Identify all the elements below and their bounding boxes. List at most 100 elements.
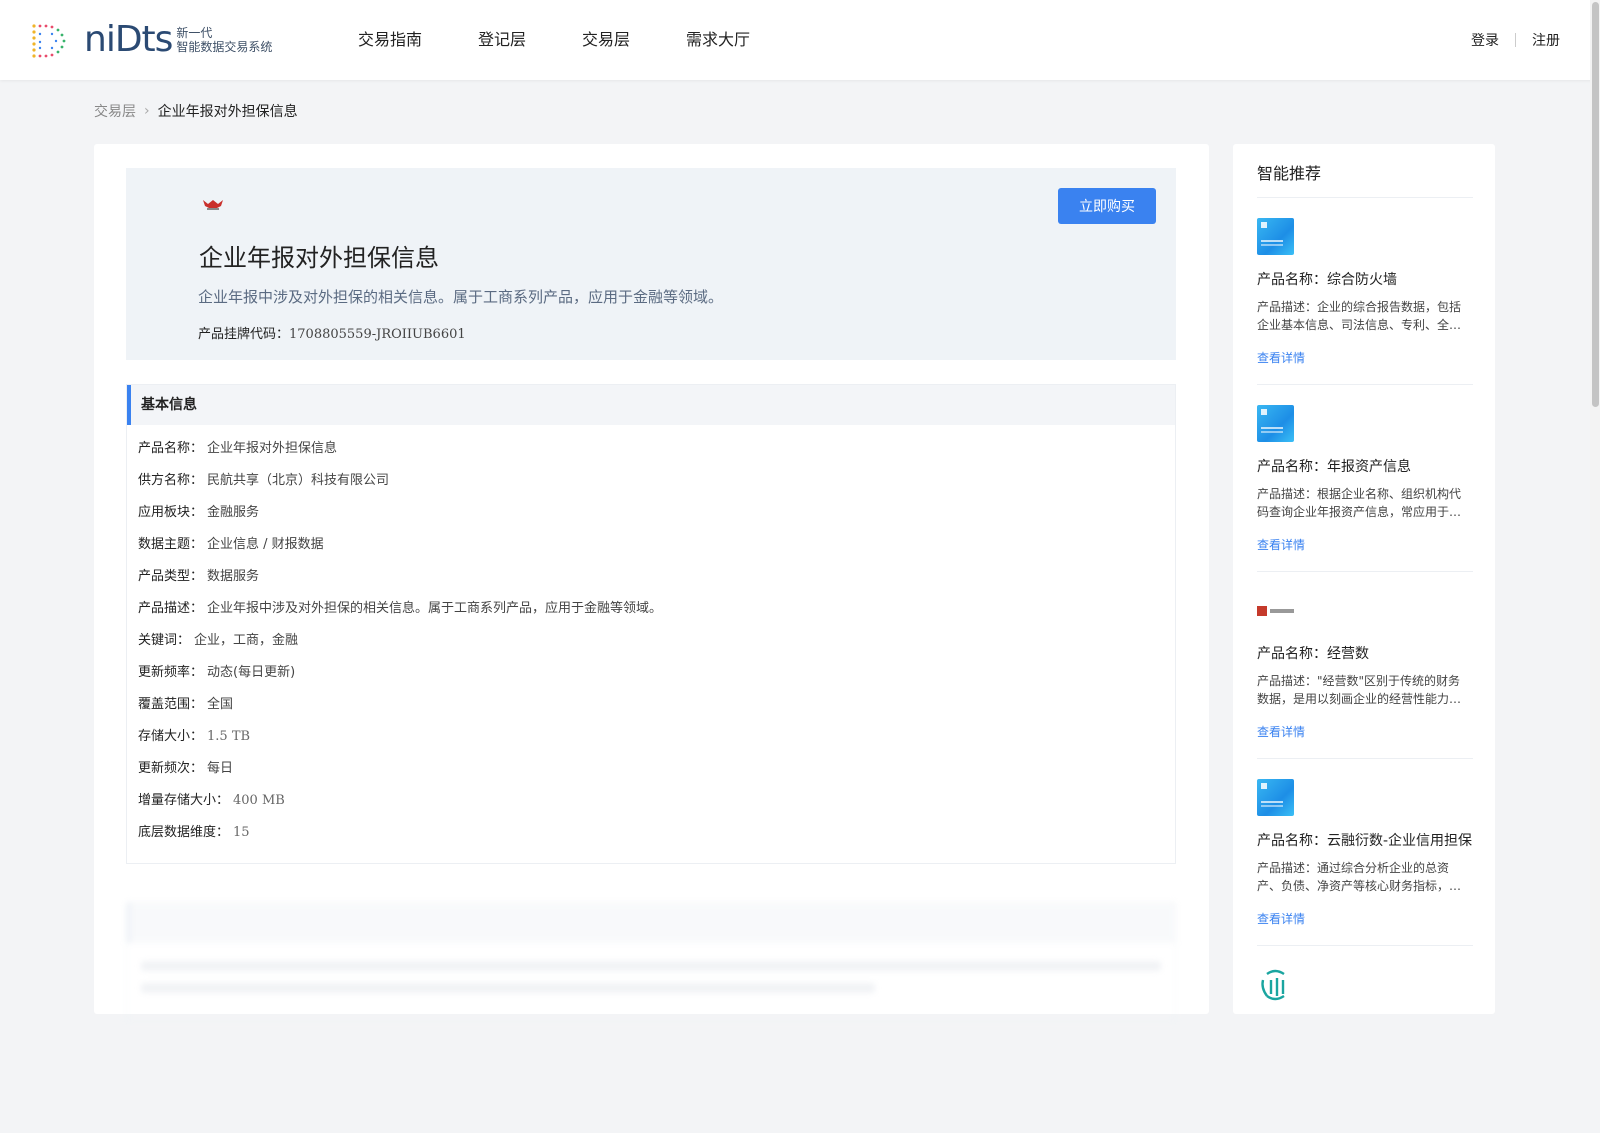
info-value: 动态(每日更新)	[207, 665, 296, 680]
info-key: 增量存储大小：	[138, 793, 230, 808]
product-thumbnail[interactable]	[1257, 405, 1294, 442]
basic-info-section: 基本信息 产品名称： 企业年报对外担保信息 供方名称： 民航共享（北京）科技有限公司…	[126, 384, 1176, 864]
info-row-update-cadence: 更新频次： 每日	[138, 753, 1175, 785]
recommendation-name[interactable]: 产品名称：云融衍数-企业信用担保	[1257, 830, 1472, 850]
recommendation-item: 产品名称：年报资产信息 产品描述：根据企业名称、组织机构代码查询企业年报资产信息…	[1257, 385, 1473, 572]
info-row-product-description: 产品描述： 企业年报中涉及对外担保的相关信息。属于工商系列产品，应用于金融等领域。	[138, 593, 1175, 625]
info-row-data-dimensions: 底层数据维度： 15	[138, 817, 1175, 849]
blurred-text-line	[141, 961, 1161, 971]
blurred-text-line	[141, 983, 875, 993]
scrollbar-thumb[interactable]	[1592, 2, 1599, 407]
product-hero: 企业年报对外担保信息 企业年报中涉及对外担保的相关信息。属于工商系列产品，应用于…	[126, 168, 1176, 360]
info-value: 400 MB	[233, 793, 285, 808]
register-link[interactable]: 注册	[1532, 30, 1560, 50]
product-thumbnail[interactable]	[1257, 218, 1294, 255]
info-key: 更新频次：	[138, 761, 204, 776]
recommendation-name[interactable]: 产品名称：年报资产信息	[1257, 456, 1411, 476]
info-value: 每日	[207, 761, 234, 776]
basic-info-list: 产品名称： 企业年报对外担保信息 供方名称： 民航共享（北京）科技有限公司 应用板块…	[127, 425, 1175, 849]
provider-logo-icon	[203, 200, 223, 210]
info-key: 产品名称：	[138, 441, 204, 456]
info-row-application-sector: 应用板块： 金融服务	[138, 497, 1175, 529]
info-key: 应用板块：	[138, 505, 204, 520]
info-value: 15	[233, 825, 250, 840]
view-details-link[interactable]: 查看详情	[1257, 910, 1305, 927]
info-value: 1.5 TB	[207, 729, 251, 744]
info-key: 数据主题：	[138, 537, 204, 552]
product-thumbnail[interactable]	[1257, 592, 1294, 629]
info-key: 存储大小：	[138, 729, 204, 744]
provider-logo-text-mark	[1270, 608, 1294, 613]
info-row-product-name: 产品名称： 企业年报对外担保信息	[138, 433, 1175, 465]
product-code-value: 1708805559-JROIIUB6601	[289, 327, 466, 342]
blurred-section-placeholder	[126, 902, 1176, 1022]
product-title: 企业年报对外担保信息	[199, 244, 439, 272]
info-value: 企业年报中涉及对外担保的相关信息。属于工商系列产品，应用于金融等领域。	[207, 601, 663, 616]
product-detail-card: 企业年报对外担保信息 企业年报中涉及对外担保的相关信息。属于工商系列产品，应用于…	[94, 144, 1209, 1022]
info-key: 产品描述：	[138, 601, 204, 616]
recommendation-name[interactable]: 产品名称：综合防火墙	[1257, 269, 1397, 289]
info-row-coverage: 覆盖范围： 全国	[138, 689, 1175, 721]
view-details-link[interactable]: 查看详情	[1257, 723, 1305, 740]
recommendation-item: 产品名称：综合防火墙 产品描述：企业的综合报告数据，包括企业基本信息、司法信息、…	[1257, 198, 1473, 385]
breadcrumb: 交易层 › 企业年报对外担保信息	[94, 101, 298, 121]
breadcrumb-parent[interactable]: 交易层	[94, 101, 136, 121]
sidebar-title: 智能推荐	[1257, 164, 1322, 183]
nav-item-trading-layer[interactable]: 交易层	[554, 0, 658, 80]
info-value: 企业信息 / 财报数据	[207, 537, 324, 552]
logo-tagline-line-1: 新一代	[176, 26, 213, 40]
recommendation-description: 产品描述：通过综合分析企业的总资产、负债、净资产等核心财务指标，评估企业信用。	[1257, 861, 1462, 893]
brain-chip-icon[interactable]	[1257, 966, 1294, 1003]
provider-logo-icon	[1257, 605, 1267, 616]
info-value: 企业，工商，金融	[194, 633, 299, 648]
nav-item-registration-layer[interactable]: 登记层	[450, 0, 554, 80]
logo-mark-icon	[32, 24, 66, 58]
info-value: 全国	[207, 697, 234, 712]
info-key: 覆盖范围：	[138, 697, 204, 712]
buy-now-button[interactable]: 立即购买	[1058, 188, 1156, 224]
info-row-storage-size: 存储大小： 1.5 TB	[138, 721, 1175, 753]
info-row-update-frequency: 更新频率： 动态(每日更新)	[138, 657, 1175, 689]
recommendation-description: 产品描述："经营数"区别于传统的财务数据，是用以刻画企业的经营性能力的数据。	[1257, 674, 1462, 706]
info-value: 金融服务	[207, 505, 260, 520]
nav-item-trade-guide[interactable]: 交易指南	[330, 0, 450, 80]
blurred-section-heading	[127, 903, 1175, 943]
logo-tagline: 新一代 智能数据交易系统	[176, 26, 272, 54]
info-row-product-type: 产品类型： 数据服务	[138, 561, 1175, 593]
product-description: 企业年报中涉及对外担保的相关信息。属于工商系列产品，应用于金融等领域。	[198, 288, 724, 306]
basic-info-heading: 基本信息	[127, 385, 1175, 425]
auth-divider	[1515, 33, 1516, 47]
info-value: 民航共享（北京）科技有限公司	[207, 473, 390, 488]
info-key: 底层数据维度：	[138, 825, 230, 840]
info-row-data-theme: 数据主题： 企业信息 / 财报数据	[138, 529, 1175, 561]
product-code: 产品挂牌代码：1708805559-JROIIUB6601	[198, 323, 466, 342]
info-value: 企业年报对外担保信息	[207, 441, 338, 456]
recommendation-name[interactable]: 产品名称：经营数	[1257, 643, 1369, 663]
chevron-right-icon: ›	[144, 103, 150, 119]
recommendation-item: 产品名称：经营数 产品描述："经营数"区别于传统的财务数据，是用以刻画企业的经营…	[1257, 572, 1473, 759]
logo-tagline-line-2: 智能数据交易系统	[176, 40, 273, 54]
recommendation-sidebar: 智能推荐 产品名称：综合防火墙 产品描述：企业的综合报告数据，包括企业基本信息、…	[1233, 144, 1495, 1014]
page-scrollbar[interactable]	[1590, 0, 1600, 1000]
view-details-link[interactable]: 查看详情	[1257, 536, 1305, 553]
breadcrumb-current: 企业年报对外担保信息	[157, 104, 298, 120]
product-thumbnail[interactable]	[1257, 779, 1294, 816]
info-key: 关键词：	[138, 633, 191, 648]
recommendation-item	[1257, 946, 1473, 1133]
info-row-keywords: 关键词： 企业，工商，金融	[138, 625, 1175, 657]
info-value: 数据服务	[207, 569, 260, 584]
recommendation-description: 产品描述：根据企业名称、组织机构代码查询企业年报资产信息，常应用于金融风控等场景…	[1257, 487, 1462, 519]
main-nav: 交易指南 登记层 交易层 需求大厅	[330, 0, 778, 80]
top-navigation-bar: niDts 新一代 智能数据交易系统 交易指南 登记层 交易层 需求大厅 登录 …	[0, 0, 1600, 80]
site-logo[interactable]: niDts 新一代 智能数据交易系统	[30, 20, 272, 60]
product-code-label: 产品挂牌代码：	[198, 327, 290, 342]
nav-item-demand-hall[interactable]: 需求大厅	[658, 0, 778, 80]
info-key: 产品类型：	[138, 569, 204, 584]
view-details-link[interactable]: 查看详情	[1257, 349, 1305, 366]
login-link[interactable]: 登录	[1471, 30, 1499, 50]
info-row-incremental-storage: 增量存储大小： 400 MB	[138, 785, 1175, 817]
recommendation-item: 产品名称：云融衍数-企业信用担保 产品描述：通过综合分析企业的总资产、负债、净资…	[1257, 759, 1473, 946]
info-key: 更新频率：	[138, 665, 204, 680]
logo-wordmark: niDts	[84, 19, 173, 60]
info-key: 供方名称：	[138, 473, 204, 488]
